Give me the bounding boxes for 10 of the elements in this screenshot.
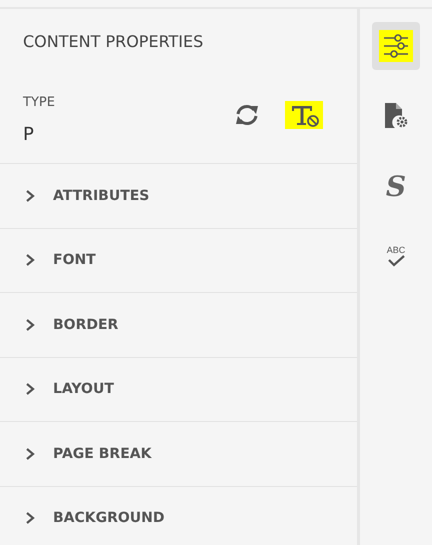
clear-formatting-button[interactable] [285, 100, 323, 128]
type-label: TYPE [23, 94, 55, 110]
file-gear-icon [383, 102, 409, 130]
styles-tab[interactable]: S [372, 162, 420, 210]
checkmark-icon [386, 254, 406, 266]
type-value: P [23, 124, 35, 144]
sliders-icon [382, 33, 410, 59]
panel-title: CONTENT PROPERTIES [22, 31, 204, 53]
spellcheck-tab[interactable]: ABC [372, 232, 420, 280]
properties-tab[interactable] [372, 22, 420, 70]
